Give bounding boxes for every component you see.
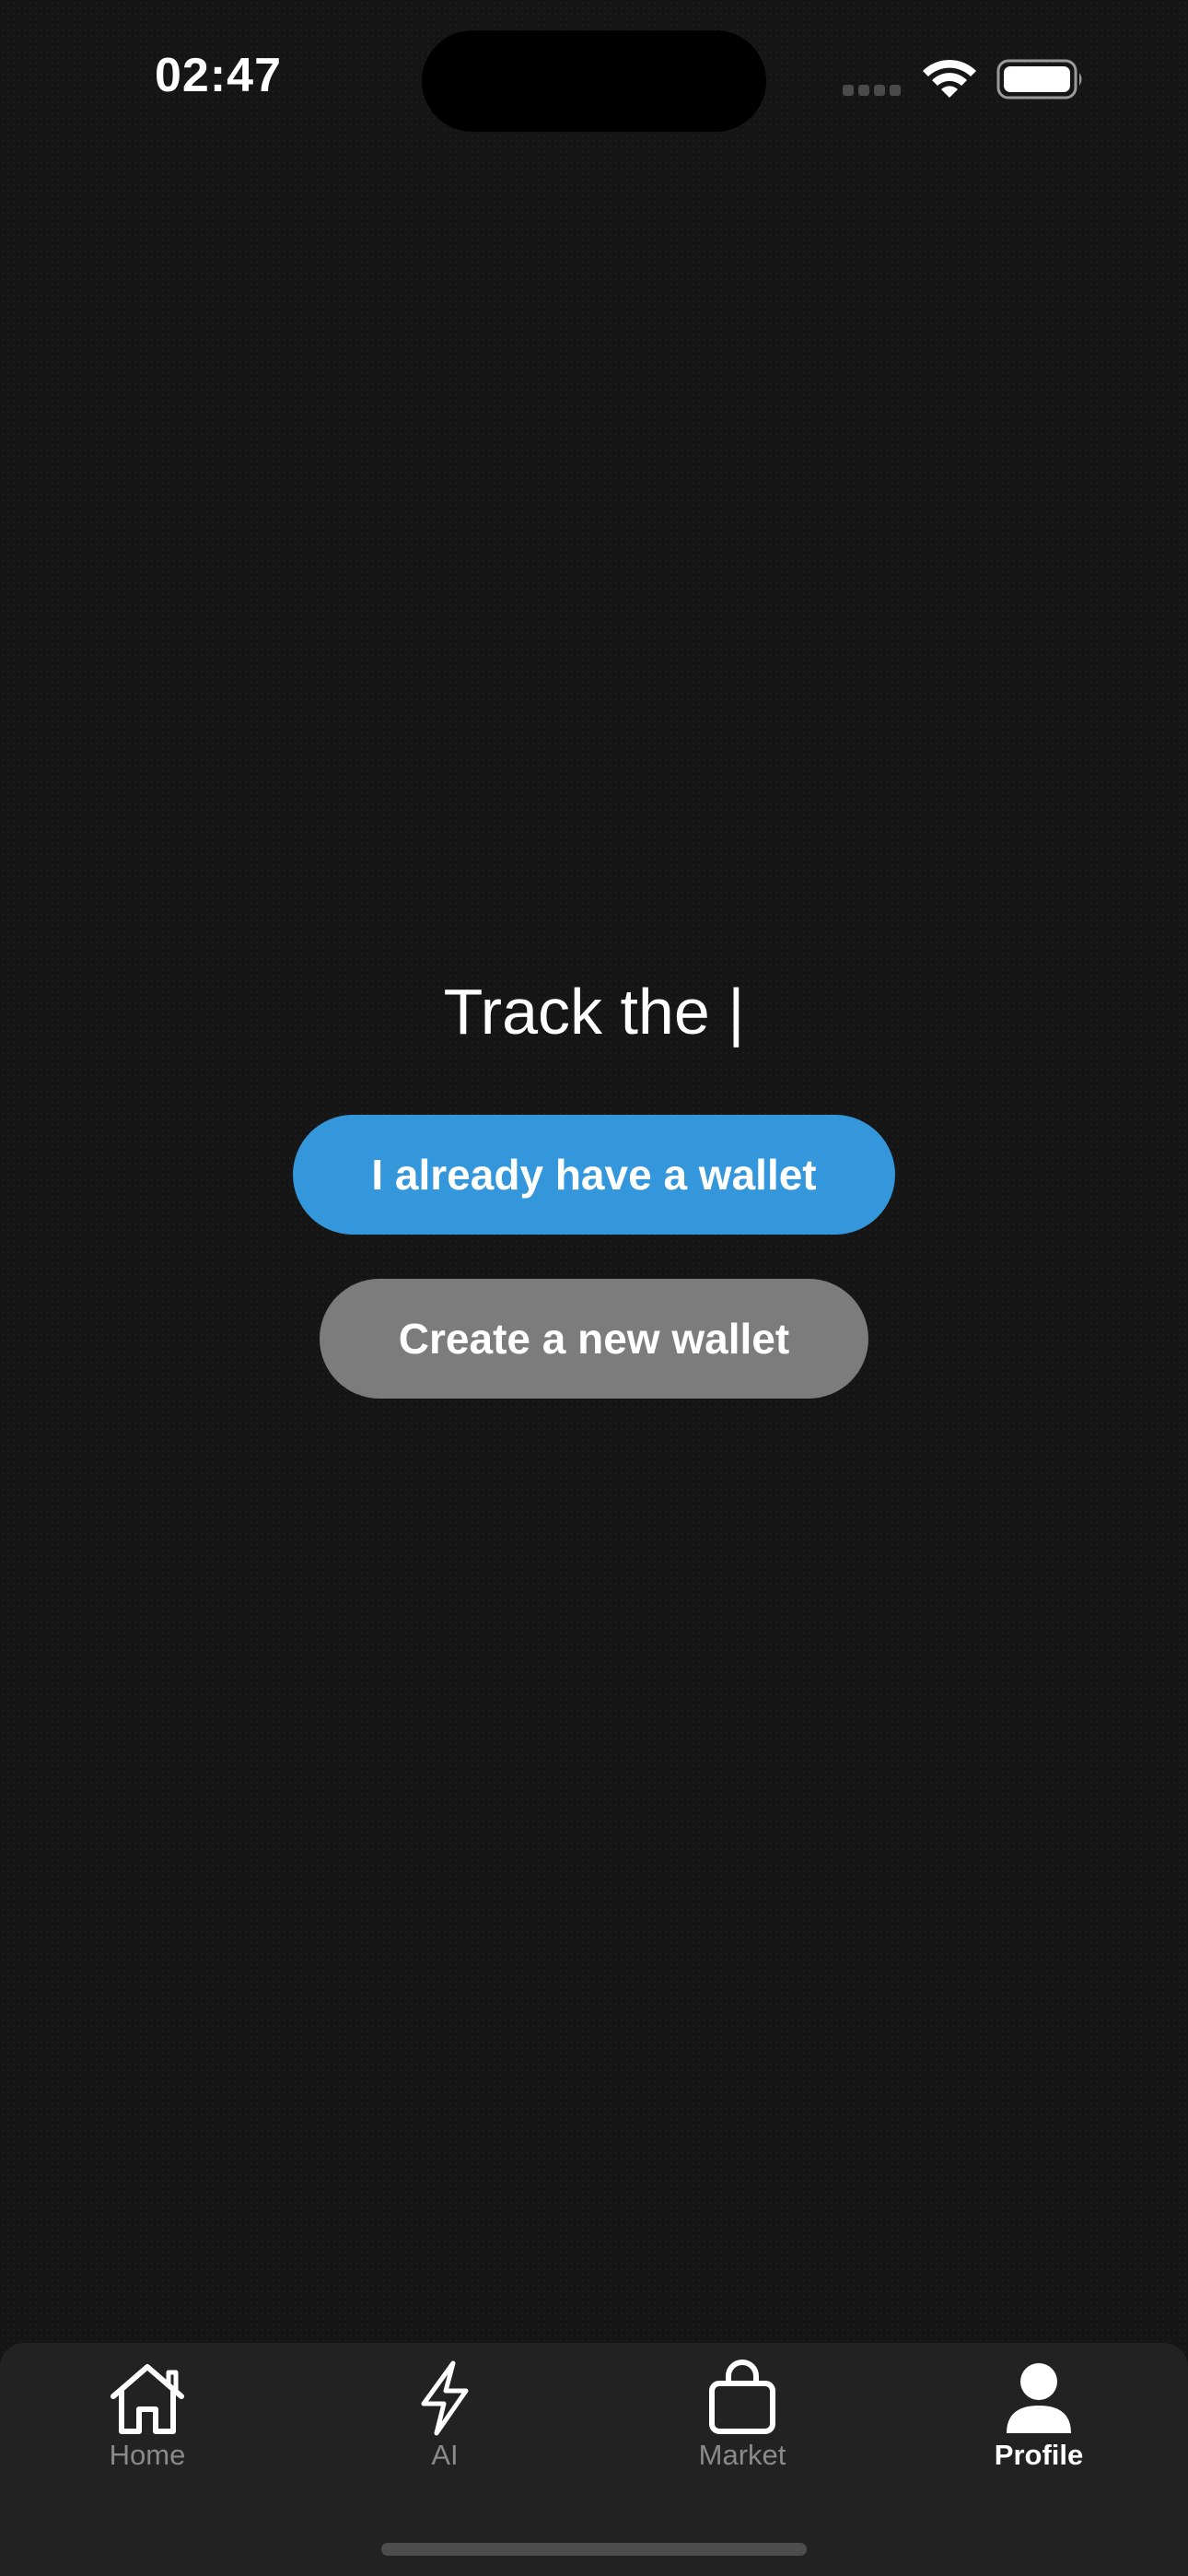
headline-typing-text: Track the | bbox=[443, 976, 745, 1048]
tab-ai[interactable]: AI bbox=[353, 2359, 537, 2498]
screen: 02:47 Track the | I already have a walle… bbox=[0, 0, 1188, 2576]
home-indicator[interactable] bbox=[381, 2543, 807, 2556]
already-have-wallet-button[interactable]: I already have a wallet bbox=[293, 1115, 895, 1235]
home-icon bbox=[111, 2364, 184, 2434]
wifi-icon bbox=[923, 59, 976, 98]
tab-market[interactable]: Market bbox=[650, 2359, 834, 2498]
tab-home[interactable]: Home bbox=[55, 2359, 239, 2498]
tab-market-label: Market bbox=[698, 2439, 786, 2471]
status-bar: 02:47 bbox=[0, 0, 1188, 157]
create-new-wallet-button[interactable]: Create a new wallet bbox=[320, 1279, 868, 1399]
person-icon bbox=[1007, 2363, 1071, 2433]
tab-bar: Home AI Market Profile bbox=[0, 2343, 1188, 2576]
tab-profile-label: Profile bbox=[994, 2439, 1084, 2471]
shopping-bag-icon bbox=[709, 2359, 775, 2434]
tab-home-label: Home bbox=[109, 2439, 186, 2471]
tab-ai-label: AI bbox=[431, 2439, 459, 2471]
tab-profile[interactable]: Profile bbox=[947, 2359, 1131, 2498]
battery-icon bbox=[996, 59, 1082, 100]
dynamic-island bbox=[422, 30, 766, 132]
cellular-signal-icon bbox=[843, 85, 903, 98]
lightning-bolt-icon bbox=[421, 2360, 469, 2436]
status-time: 02:47 bbox=[155, 49, 282, 102]
